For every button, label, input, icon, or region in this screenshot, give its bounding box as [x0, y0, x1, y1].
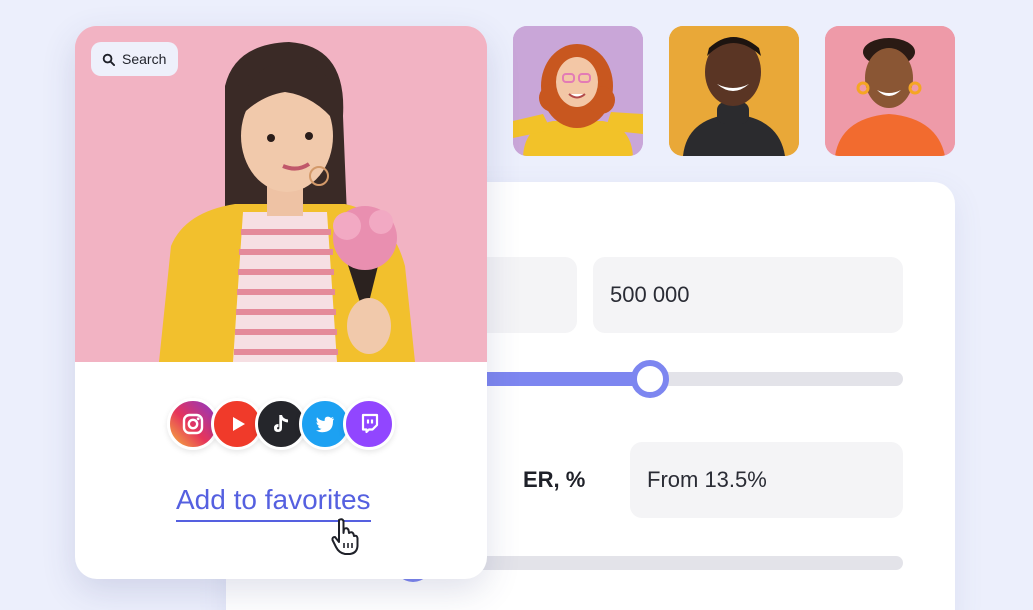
avatar [513, 26, 643, 156]
influencer-thumbnail[interactable] [513, 26, 643, 156]
avatar [669, 26, 799, 156]
influencer-profile-card: Search Add to favorites [75, 26, 487, 579]
followers-max-value: 500 000 [610, 282, 690, 307]
er-label: ER, % [523, 467, 586, 492]
hand-cursor-icon [331, 518, 359, 555]
search-label: Search [122, 51, 167, 67]
twitch-icon[interactable] [343, 398, 395, 450]
search-icon [102, 53, 115, 66]
influencer-thumbnail[interactable] [825, 26, 955, 156]
er-value: From 13.5% [647, 467, 767, 492]
followers-max-field[interactable]: 500 000 [593, 257, 903, 333]
slider-handle[interactable] [631, 360, 670, 398]
influencer-thumbnail[interactable] [669, 26, 799, 156]
er-field[interactable]: From 13.5% [630, 442, 903, 518]
profile-photo-image [75, 26, 487, 362]
profile-photo: Search [75, 26, 487, 362]
avatar [825, 26, 955, 156]
social-platforms [167, 398, 395, 450]
search-button[interactable]: Search [91, 42, 179, 76]
